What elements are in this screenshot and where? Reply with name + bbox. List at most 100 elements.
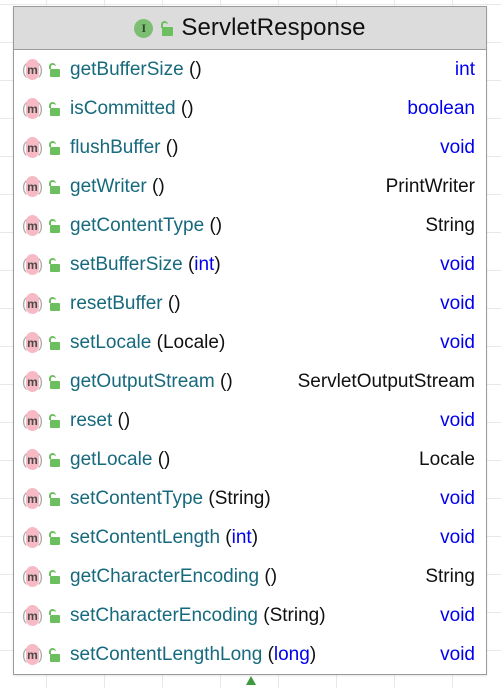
open-padlock-icon bbox=[48, 296, 61, 311]
member-signature: setContentLength (int) bbox=[70, 527, 430, 549]
return-type: int bbox=[454, 58, 475, 80]
member-signature: flushBuffer () bbox=[70, 137, 430, 159]
member-signature: getContentType () bbox=[70, 215, 415, 237]
member-list: () m getBufferSize () int () m isCommitted () b… bbox=[14, 50, 486, 674]
member-icons: () m bbox=[22, 410, 61, 431]
method-name: flushBuffer bbox=[70, 136, 161, 158]
open-padlock-icon bbox=[48, 374, 61, 389]
open-padlock-icon bbox=[48, 452, 61, 467]
return-type: ServletOutputStream bbox=[297, 370, 475, 392]
paren-close: ) bbox=[309, 643, 317, 665]
class-name: ServletResponse bbox=[181, 14, 366, 41]
method-icon: () m bbox=[22, 254, 43, 275]
member-row[interactable]: () m isCommitted () boolean bbox=[14, 89, 486, 128]
member-row[interactable]: () m setCharacterEncoding (String) void bbox=[14, 596, 486, 635]
open-padlock-icon bbox=[160, 20, 174, 36]
method-name: getLocale bbox=[70, 448, 153, 470]
member-row[interactable]: () m reset () void bbox=[14, 401, 486, 440]
class-header[interactable]: I ServletResponse bbox=[14, 7, 486, 50]
paren-close: ) bbox=[218, 331, 226, 353]
return-type: String bbox=[425, 565, 475, 587]
method-name: getBufferSize bbox=[70, 58, 184, 80]
paren-close: ) bbox=[264, 487, 271, 509]
member-signature: getBufferSize () bbox=[70, 59, 445, 81]
return-type: void bbox=[440, 526, 475, 548]
member-icons: () m bbox=[22, 605, 61, 626]
member-signature: reset () bbox=[70, 410, 430, 432]
return-type: void bbox=[440, 487, 475, 509]
return-type: void bbox=[440, 331, 475, 353]
member-row[interactable]: () m setBufferSize (int) void bbox=[14, 245, 486, 284]
open-padlock-icon bbox=[48, 62, 61, 77]
member-row[interactable]: () m getBufferSize () int bbox=[14, 50, 486, 89]
member-signature: setContentType (String) bbox=[70, 488, 430, 510]
parameter-type: String bbox=[269, 604, 320, 626]
method-name: getCharacterEncoding bbox=[70, 565, 260, 587]
open-padlock-icon bbox=[48, 218, 61, 233]
open-padlock-icon bbox=[48, 569, 61, 584]
method-name: setLocale bbox=[70, 331, 152, 353]
member-icons: () m bbox=[22, 254, 61, 275]
method-icon: () m bbox=[22, 488, 43, 509]
return-type: Locale bbox=[419, 448, 475, 470]
parameter-type: Locale bbox=[162, 331, 219, 353]
method-icon: () m bbox=[22, 137, 43, 158]
member-row[interactable]: () m getLocale () Locale bbox=[14, 440, 486, 479]
open-padlock-icon bbox=[48, 413, 61, 428]
parameter-type: String bbox=[214, 487, 265, 509]
member-row[interactable]: () m setContentType (String) void bbox=[14, 479, 486, 518]
member-icons: () m bbox=[22, 527, 61, 548]
method-icon: () m bbox=[22, 410, 43, 431]
open-padlock-icon bbox=[48, 608, 61, 623]
method-icon: () m bbox=[22, 566, 43, 587]
method-icon: () m bbox=[22, 98, 43, 119]
method-icon: () m bbox=[22, 605, 43, 626]
parameter-type: int bbox=[194, 253, 215, 275]
member-icons: () m bbox=[22, 59, 61, 80]
member-row[interactable]: () m flushBuffer () void bbox=[14, 128, 486, 167]
method-icon: () m bbox=[22, 176, 43, 197]
member-icons: () m bbox=[22, 137, 61, 158]
member-row[interactable]: () m getWriter () PrintWriter bbox=[14, 167, 486, 206]
method-icon: () m bbox=[22, 332, 43, 353]
member-icons: () m bbox=[22, 98, 61, 119]
member-row[interactable]: () m resetBuffer () void bbox=[14, 284, 486, 323]
paren-close: ) bbox=[158, 175, 165, 197]
paren-close: ) bbox=[270, 565, 278, 587]
member-signature: getLocale () bbox=[70, 449, 409, 471]
open-padlock-icon bbox=[48, 101, 61, 116]
member-row[interactable]: () m getOutputStream () ServletOutputStream bbox=[14, 362, 486, 401]
member-icons: () m bbox=[22, 449, 61, 470]
parameter-type: int bbox=[231, 526, 252, 548]
member-row[interactable]: () m setContentLengthLong (long) void bbox=[14, 635, 486, 674]
interface-badge-letter: I bbox=[141, 21, 147, 35]
member-signature: getCharacterEncoding () bbox=[70, 566, 415, 588]
return-type: boolean bbox=[407, 97, 475, 119]
paren-close: ) bbox=[172, 136, 179, 158]
member-signature: isCommitted () bbox=[70, 98, 397, 120]
open-padlock-icon bbox=[48, 257, 61, 272]
member-row[interactable]: () m getCharacterEncoding () String bbox=[14, 557, 486, 596]
paren-close: ) bbox=[215, 214, 223, 236]
method-name: getWriter bbox=[70, 175, 147, 197]
uml-class-card[interactable]: I ServletResponse () m getBufferSize () int… bbox=[13, 6, 487, 675]
member-row[interactable]: () m getContentType () String bbox=[14, 206, 486, 245]
paren-close: ) bbox=[123, 409, 131, 431]
member-signature: getWriter () bbox=[70, 176, 376, 198]
paren-close: ) bbox=[226, 370, 233, 392]
return-type: PrintWriter bbox=[385, 175, 475, 197]
paren-close: ) bbox=[214, 253, 221, 275]
member-icons: () m bbox=[22, 293, 61, 314]
method-name: isCommitted bbox=[70, 97, 176, 119]
method-name: setCharacterEncoding bbox=[70, 604, 258, 626]
return-type: void bbox=[440, 604, 475, 626]
open-padlock-icon bbox=[48, 335, 61, 350]
member-icons: () m bbox=[22, 488, 61, 509]
member-row[interactable]: () m setLocale (Locale) void bbox=[14, 323, 486, 362]
method-icon: () m bbox=[22, 215, 43, 236]
return-type: void bbox=[440, 643, 475, 665]
return-type: String bbox=[425, 214, 475, 236]
paren-close: ) bbox=[174, 292, 181, 314]
member-row[interactable]: () m setContentLength (int) void bbox=[14, 518, 486, 557]
paren-close: ) bbox=[195, 58, 202, 80]
